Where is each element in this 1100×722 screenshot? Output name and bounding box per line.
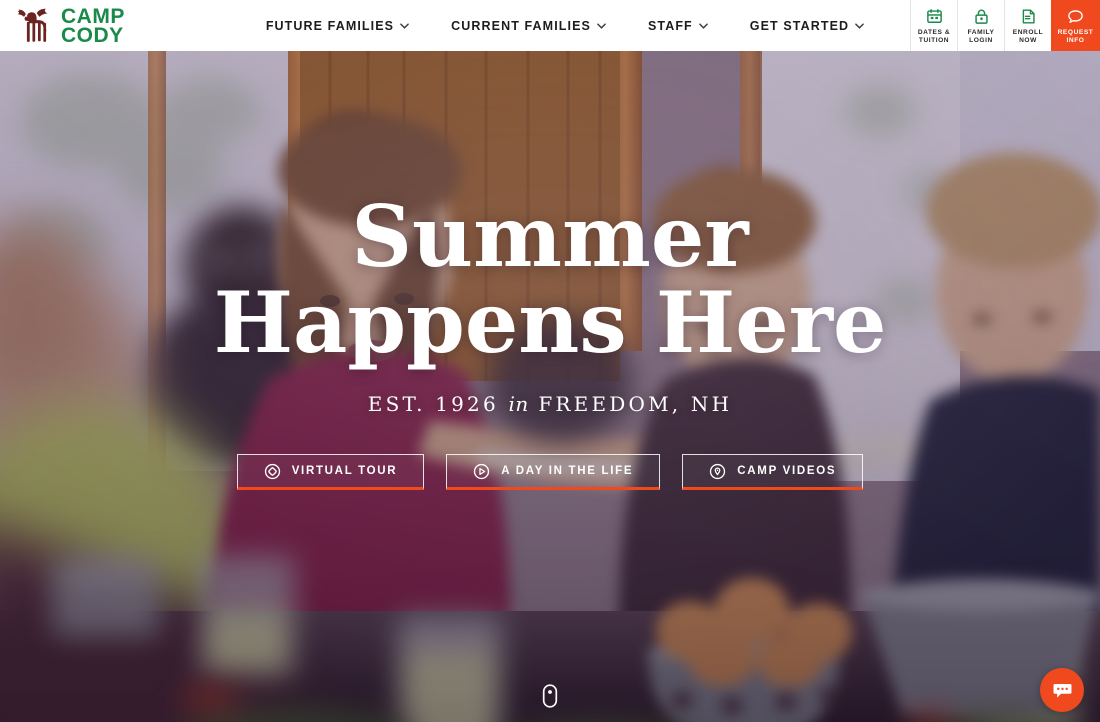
scroll-down-mouse-icon [542, 684, 558, 708]
page-root: CAMP CODY FUTURE FAMILIES CURRENT FAMILI… [0, 0, 1100, 722]
util-item-enroll-now[interactable]: ENROLL NOW [1004, 0, 1051, 51]
location-pin-icon [710, 463, 726, 479]
nav-item-current-families[interactable]: CURRENT FAMILIES [451, 19, 606, 33]
compass-icon [264, 463, 280, 479]
site-logo[interactable]: CAMP CODY [0, 0, 240, 51]
hero-subtitle-italic: in [508, 392, 529, 416]
nav-item-get-started[interactable]: GET STARTED [750, 19, 864, 33]
document-icon [1022, 9, 1035, 24]
util-label: ENROLL NOW [1012, 28, 1044, 44]
logo-wordmark: CAMP CODY [61, 6, 125, 47]
util-label: DATES & TUITION [917, 28, 951, 44]
hero-title-line-1: Summer [351, 187, 749, 286]
chat-bubble-dots-icon [1053, 683, 1071, 698]
moose-icon [17, 8, 48, 42]
hero-subtitle: EST. 1926 in FREEDOM, NH [368, 392, 732, 416]
hero-subtitle-post: FREEDOM, NH [538, 392, 733, 416]
util-item-dates-tuition[interactable]: DATES & TUITION [910, 0, 957, 51]
lock-icon [974, 9, 988, 24]
nav-label: FUTURE FAMILIES [265, 18, 395, 33]
site-header: CAMP CODY FUTURE FAMILIES CURRENT FAMILI… [0, 0, 1100, 51]
main-navigation: FUTURE FAMILIES CURRENT FAMILIES STAFF G… [240, 0, 910, 51]
hero-subtitle-pre: EST. 1926 [367, 392, 499, 416]
nav-label: CURRENT FAMILIES [451, 18, 591, 33]
util-label: FAMILY LOGIN [967, 28, 995, 44]
hero-title-line-2: Happens Here [213, 273, 887, 372]
logo-line-2: CODY [61, 23, 124, 47]
chat-widget-button[interactable] [1040, 668, 1084, 712]
util-item-family-login[interactable]: FAMILY LOGIN [957, 0, 1004, 51]
hero-section: Summer Happens Here EST. 1926 in FREEDOM… [0, 51, 1100, 722]
chat-bubble-icon [1068, 9, 1083, 23]
calendar-icon [926, 8, 942, 23]
nav-item-staff[interactable]: STAFF [648, 19, 708, 33]
hero-cta-row: VIRTUAL TOUR A DAY IN THE LIFE CAMP VIDE… [236, 454, 864, 490]
nav-item-future-families[interactable]: FUTURE FAMILIES [266, 19, 409, 33]
chevron-down-icon [855, 22, 864, 29]
chevron-down-icon [698, 22, 708, 29]
nav-label: STAFF [647, 18, 693, 33]
chevron-down-icon [597, 22, 606, 29]
hero-content: Summer Happens Here EST. 1926 in FREEDOM… [0, 51, 1100, 722]
cta-label: CAMP VIDEOS [737, 465, 837, 477]
util-label: REQUEST INFO [1057, 28, 1094, 44]
cta-camp-videos[interactable]: CAMP VIDEOS [682, 454, 864, 490]
cta-label: VIRTUAL TOUR [291, 465, 398, 477]
cta-label: A DAY IN THE LIFE [501, 465, 634, 477]
scroll-down-indicator[interactable] [542, 684, 558, 708]
play-circle-icon [474, 463, 490, 479]
cta-a-day-in-the-life[interactable]: A DAY IN THE LIFE [446, 454, 661, 490]
util-item-request-info[interactable]: REQUEST INFO [1051, 0, 1100, 51]
utility-navigation: DATES &TUITION FAMILYLOGIN ENROLLNOW [910, 0, 1100, 51]
nav-label: GET STARTED [749, 18, 850, 33]
hero-title: Summer Happens Here [214, 194, 887, 366]
chevron-down-icon [400, 22, 409, 29]
cta-virtual-tour[interactable]: VIRTUAL TOUR [236, 454, 425, 490]
